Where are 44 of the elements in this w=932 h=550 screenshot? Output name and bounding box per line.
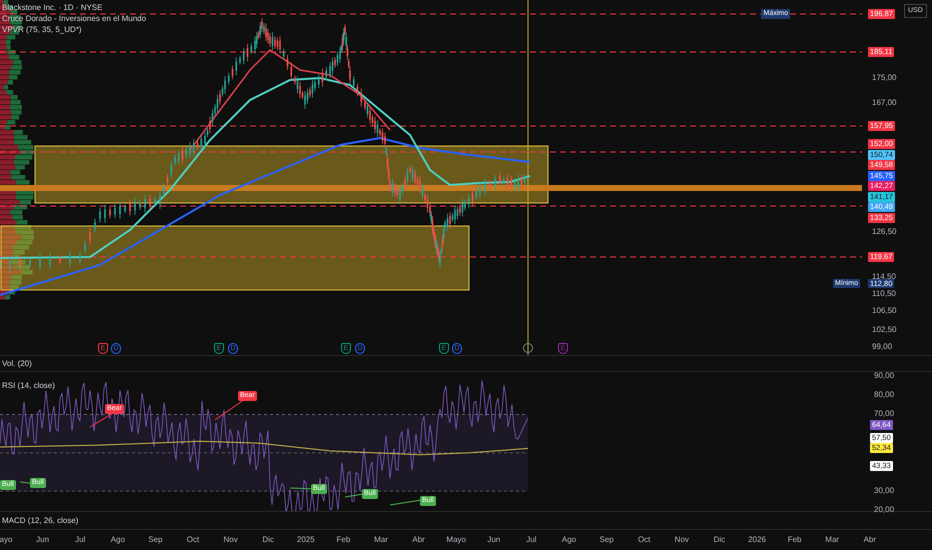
- time-axis-label: ayo: [0, 534, 12, 545]
- time-axis-label: Abr: [864, 534, 876, 545]
- time-axis-label: Oct: [638, 534, 650, 545]
- rsi-axis-label: 30,00: [874, 486, 894, 496]
- time-axis-label: Nov: [223, 534, 238, 545]
- price-axis-label: 126,50: [872, 227, 896, 237]
- divergence-line: [214, 398, 246, 420]
- indicator-label: VPVR (75, 35, 5_UD*): [2, 24, 83, 35]
- time-axis-label: 2025: [296, 534, 315, 545]
- rsi-axis-label: 20,00: [874, 505, 894, 516]
- time-axis-label: Mar: [825, 534, 840, 545]
- time-axis-label: Jun: [36, 534, 50, 545]
- price-axis-label: 99,00: [872, 342, 892, 352]
- time-axis-label: Feb: [336, 534, 350, 545]
- pane-title: RSI (14, close): [2, 380, 55, 391]
- time-axis-label: Sep: [148, 534, 162, 545]
- time-axis-label: Ago: [562, 534, 576, 545]
- time-axis-label: Feb: [788, 534, 802, 545]
- symbol-title: Blackstone Inc. · 1D · NYSE: [2, 2, 104, 13]
- time-axis-label: Sep: [599, 534, 614, 545]
- time-axis-label: Ago: [110, 534, 125, 545]
- price-axis-label: 114,50: [872, 272, 896, 281]
- price-axis-label: 102,50: [872, 325, 896, 335]
- price-axis-label: 167,00: [872, 98, 896, 108]
- time-axis-label: Mar: [374, 534, 388, 545]
- time-axis-label: Oct: [186, 534, 200, 545]
- price-axis-label: 175,00: [872, 73, 896, 83]
- time-axis-label: Dic: [262, 534, 274, 545]
- time-axis-label: Abr: [412, 534, 425, 545]
- pane-title: Vol. (20): [2, 358, 32, 369]
- indicator-label: Cruce Dorado - Inversiones en el Mundo: [2, 13, 146, 24]
- rsi-axis-label: 80,00: [874, 390, 894, 400]
- time-axis-label: 2026: [748, 534, 766, 545]
- rsi-axis-label: 90,00: [874, 371, 894, 381]
- price-axis-label: 106,50: [872, 306, 896, 316]
- time-axis-label: Dic: [714, 534, 726, 545]
- time-axis-label: Nov: [674, 534, 689, 545]
- price-axis-label: 110,50: [872, 289, 896, 299]
- time-axis-label: Jul: [75, 534, 86, 545]
- rsi-axis-label: 70,00: [874, 409, 894, 420]
- pane-title: MACD (12, 26, close): [2, 515, 78, 526]
- time-axis-label: Mayo: [446, 534, 466, 545]
- time-axis-label: Jun: [487, 534, 500, 545]
- time-axis-label: Jul: [526, 534, 536, 545]
